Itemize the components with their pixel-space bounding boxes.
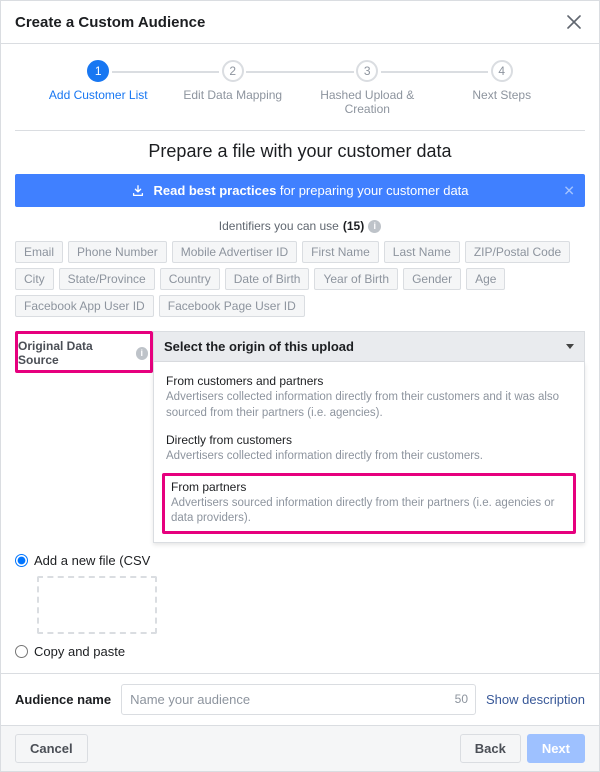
chip-phone: Phone Number (68, 241, 167, 263)
chip-lastname: Last Name (384, 241, 460, 263)
footer-right-buttons: Back Next (460, 734, 585, 763)
radio-add-new-file-label: Add a new file (CSV (34, 553, 150, 568)
data-source-options: From customers and partners Advertisers … (153, 362, 585, 543)
stepper: 1 Add Customer List 2 Edit Data Mapping … (1, 44, 599, 130)
audience-name-row: Audience name 50 Show description (1, 673, 599, 725)
data-source-select[interactable]: Select the origin of this upload (153, 331, 585, 362)
audience-name-input[interactable] (121, 684, 476, 715)
chip-age: Age (466, 268, 505, 290)
file-dropzone[interactable] (37, 576, 157, 634)
import-icon (131, 184, 145, 198)
identifier-chips: Email Phone Number Mobile Advertiser ID … (15, 241, 585, 317)
step-label: Next Steps (435, 88, 570, 102)
option-title: Directly from customers (166, 433, 572, 447)
chip-dob: Date of Birth (225, 268, 310, 290)
radio-copy-paste[interactable]: Copy and paste (15, 644, 585, 659)
chip-mobile-adv-id: Mobile Advertiser ID (172, 241, 297, 263)
best-practices-banner[interactable]: Read best practices for preparing your c… (15, 174, 585, 207)
radio-copy-paste-input[interactable] (15, 645, 28, 658)
banner-bold: Read best practices (153, 183, 276, 198)
banner-text: Read best practices for preparing your c… (153, 183, 468, 198)
info-icon[interactable]: i (368, 220, 381, 233)
modal-title: Create a Custom Audience (15, 14, 205, 31)
char-remaining: 50 (455, 692, 468, 706)
chip-country: Country (160, 268, 220, 290)
step-circle: 2 (222, 60, 244, 82)
divider (15, 130, 585, 131)
next-button[interactable]: Next (527, 734, 585, 763)
create-audience-modal: Create a Custom Audience 1 Add Customer … (0, 0, 600, 772)
option-title: From customers and partners (166, 374, 572, 388)
option-title: From partners (171, 480, 567, 494)
chip-city: City (15, 268, 54, 290)
option-directly-from-customers[interactable]: Directly from customers Advertisers coll… (154, 427, 584, 471)
chip-app-user-id: Facebook App User ID (15, 295, 154, 317)
audience-name-label: Audience name (15, 692, 111, 707)
banner-close-button[interactable]: ✕ (563, 182, 575, 199)
step-edit-data-mapping[interactable]: 2 Edit Data Mapping (166, 60, 301, 116)
step-circle: 4 (491, 60, 513, 82)
chip-gender: Gender (403, 268, 461, 290)
step-label: Edit Data Mapping (166, 88, 301, 102)
modal-header: Create a Custom Audience (1, 1, 599, 44)
identifiers-header: Identifiers you can use (15) i (15, 219, 585, 233)
close-icon (567, 15, 581, 29)
audience-name-input-wrap: 50 (121, 684, 476, 715)
original-data-source-block: Original Data Source i Select the origin… (15, 331, 585, 543)
option-desc: Advertisers collected information direct… (166, 449, 572, 465)
option-desc: Advertisers sourced information directly… (171, 496, 567, 527)
source-label-text: Original Data Source (18, 339, 132, 367)
step-circle: 3 (356, 60, 378, 82)
chip-page-user-id: Facebook Page User ID (159, 295, 305, 317)
step-circle: 1 (87, 60, 109, 82)
info-icon[interactable]: i (136, 347, 148, 360)
option-desc: Advertisers collected information direct… (166, 390, 572, 421)
banner-rest: for preparing your customer data (276, 183, 468, 198)
chip-yob: Year of Birth (314, 268, 398, 290)
close-button[interactable] (563, 11, 585, 33)
option-from-partners[interactable]: From partners Advertisers sourced inform… (162, 473, 576, 534)
option-customers-and-partners[interactable]: From customers and partners Advertisers … (154, 368, 584, 427)
step-label: Hashed Upload & Creation (300, 88, 435, 116)
step-label: Add Customer List (31, 88, 166, 102)
page-heading: Prepare a file with your customer data (15, 141, 585, 162)
data-source-placeholder: Select the origin of this upload (164, 339, 354, 354)
cancel-button[interactable]: Cancel (15, 734, 88, 763)
step-hashed-upload[interactable]: 3 Hashed Upload & Creation (300, 60, 435, 116)
step-next-steps[interactable]: 4 Next Steps (435, 60, 570, 116)
original-data-source-label-highlight: Original Data Source i (15, 331, 153, 373)
radio-add-new-file-input[interactable] (15, 554, 28, 567)
chevron-down-icon (566, 344, 574, 349)
data-source-dropdown: Select the origin of this upload From cu… (153, 331, 585, 543)
chip-state: State/Province (59, 268, 155, 290)
identifiers-prefix: Identifiers you can use (219, 219, 339, 233)
radio-add-new-file[interactable]: Add a new file (CSV (15, 553, 585, 568)
modal-footer: Cancel Back Next (1, 725, 599, 771)
modal-content: Prepare a file with your customer data R… (1, 141, 599, 673)
back-button[interactable]: Back (460, 734, 521, 763)
chip-email: Email (15, 241, 63, 263)
chip-zip: ZIP/Postal Code (465, 241, 570, 263)
chip-firstname: First Name (302, 241, 379, 263)
identifiers-count: (15) (343, 219, 364, 233)
original-data-source-label: Original Data Source i (18, 337, 148, 367)
show-description-link[interactable]: Show description (486, 692, 585, 707)
step-add-customer-list[interactable]: 1 Add Customer List (31, 60, 166, 116)
radio-copy-paste-label: Copy and paste (34, 644, 125, 659)
